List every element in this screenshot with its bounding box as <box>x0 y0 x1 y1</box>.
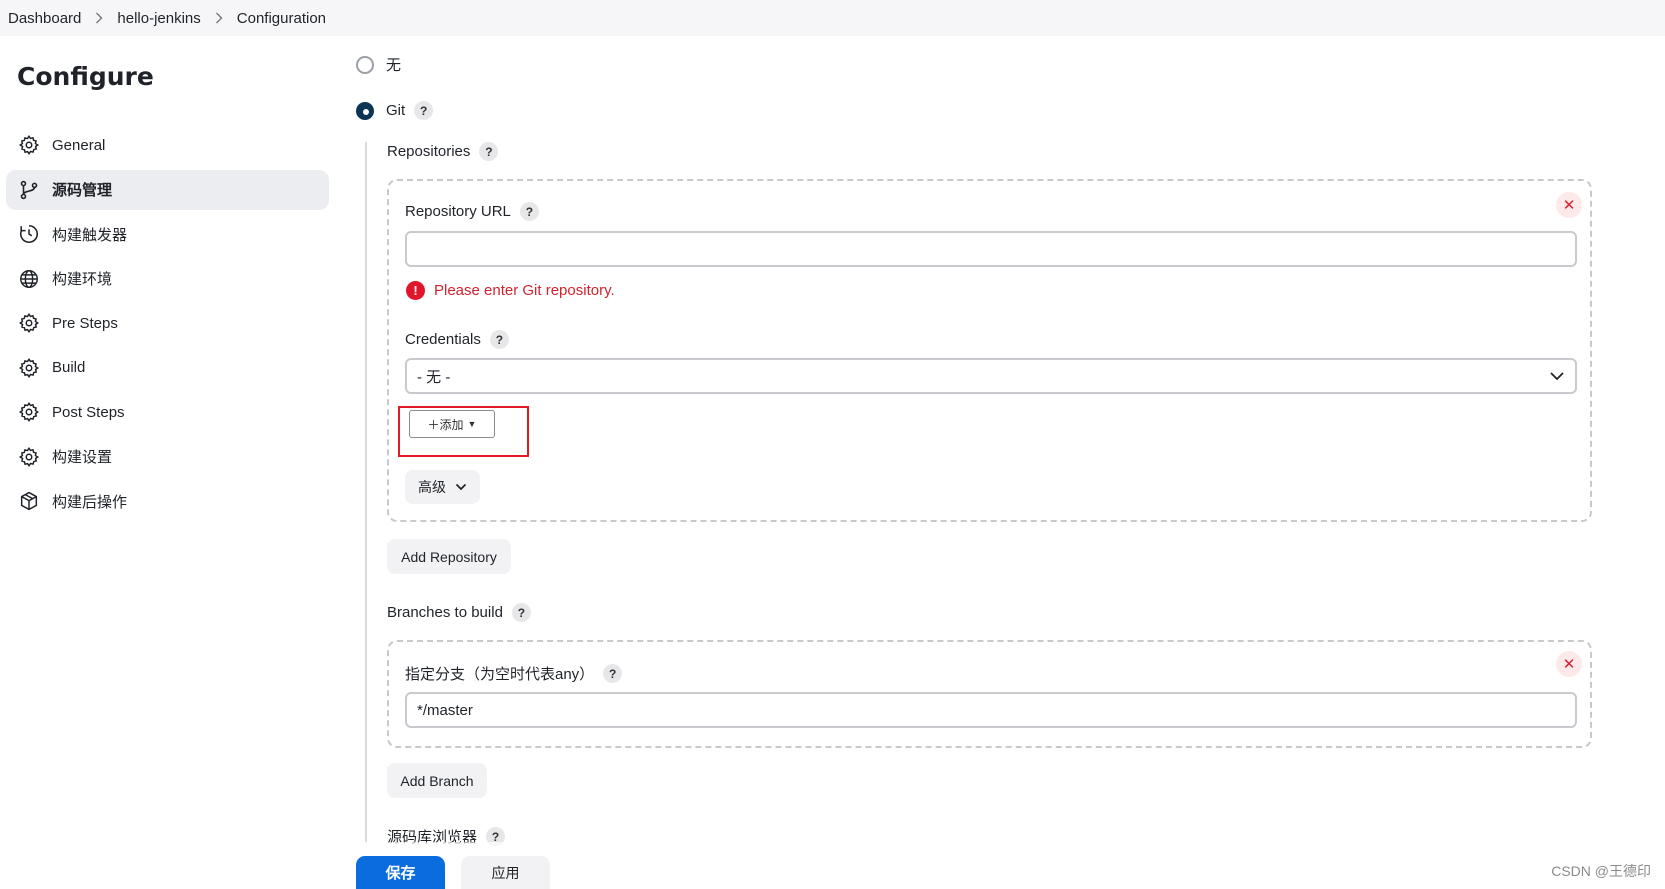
gear-icon <box>18 134 40 156</box>
help-icon[interactable]: ? <box>414 101 434 120</box>
help-icon[interactable]: ? <box>519 202 539 221</box>
add-branch-label: Add Branch <box>400 772 474 789</box>
help-icon[interactable]: ? <box>511 603 531 622</box>
sidebar-item-label: 构建设置 <box>52 449 113 466</box>
branches-label: Branches to build <box>387 604 503 621</box>
apply-button[interactable]: 应用 <box>461 856 550 889</box>
repo-url-label: Repository URL <box>405 203 511 220</box>
sidebar-item-label: Pre Steps <box>52 314 118 332</box>
chevron-right-icon <box>95 12 103 24</box>
add-credentials-button[interactable]: ＋添加 ▼ <box>409 410 495 438</box>
remove-repository-button[interactable]: ✕ <box>1556 192 1582 218</box>
none-label: 无 <box>386 57 402 74</box>
gear-icon <box>18 401 40 423</box>
sidebar-item-label: Post Steps <box>52 403 125 421</box>
gear-icon <box>18 446 40 467</box>
branches-header: Branches to build ? <box>387 603 531 622</box>
scm-option-none[interactable]: 无 <box>356 54 401 75</box>
credentials-selected-value: - 无 - <box>417 368 451 386</box>
breadcrumb-job[interactable]: hello-jenkins <box>117 10 200 27</box>
repo-url-error: ! Please enter Git repository. <box>406 281 615 300</box>
clock-icon <box>20 224 38 244</box>
repositories-label: Repositories <box>387 143 471 160</box>
help-icon[interactable]: ? <box>479 142 499 161</box>
sidebar-item-build-triggers[interactable]: 构建触发器 <box>6 214 329 254</box>
save-label: 保存 <box>385 865 416 882</box>
breadcrumb: Dashboard hello-jenkins Configuration <box>0 0 1665 36</box>
apply-label: 应用 <box>491 864 520 881</box>
breadcrumb-configuration[interactable]: Configuration <box>237 10 326 27</box>
scm-option-git[interactable]: Git ? <box>356 101 434 120</box>
repositories-header: Repositories ? <box>387 142 499 161</box>
branch-specifier-input[interactable] <box>405 692 1577 728</box>
sidebar-item-label: 构建后操作 <box>52 493 128 511</box>
advanced-label: 高级 <box>418 479 446 495</box>
sidebar-item-build-settings[interactable]: 构建设置 <box>6 437 329 477</box>
branch-specifier-header: 指定分支（为空时代表any） ? <box>405 663 623 684</box>
gear-icon <box>18 312 40 334</box>
close-icon: ✕ <box>1562 656 1576 673</box>
close-icon: ✕ <box>1562 197 1576 214</box>
sidebar-item-label: Build <box>52 359 86 376</box>
package-icon <box>20 491 38 511</box>
sidebar: General 源码管理 构建触发器 构建环境 Pre Steps Build … <box>6 125 329 526</box>
save-button[interactable]: 保存 <box>356 856 445 889</box>
repository-url-input[interactable] <box>405 231 1577 267</box>
sidebar-item-build-environment[interactable]: 构建环境 <box>6 259 329 299</box>
credentials-label: Credentials <box>405 331 481 348</box>
advanced-button[interactable]: 高级 <box>405 470 480 504</box>
git-radio[interactable] <box>356 101 374 120</box>
page-title: Configure <box>17 62 154 91</box>
globe-icon <box>20 269 38 288</box>
sidebar-item-label: 构建触发器 <box>52 226 128 244</box>
sidebar-item-build[interactable]: Build <box>6 348 329 388</box>
help-icon[interactable]: ? <box>603 664 623 683</box>
chevron-right-icon <box>215 12 223 24</box>
help-icon[interactable]: ? <box>489 330 509 349</box>
add-credentials-label: ＋添加 <box>427 417 464 432</box>
sidebar-item-post-build-actions[interactable]: 构建后操作 <box>6 481 329 521</box>
git-label: Git <box>386 102 406 119</box>
branch-icon <box>20 180 38 199</box>
gear-icon <box>18 357 40 378</box>
caret-down-icon: ▼ <box>467 419 477 429</box>
none-radio[interactable] <box>356 55 374 74</box>
sidebar-item-label: 构建环境 <box>52 271 113 288</box>
breadcrumb-dashboard[interactable]: Dashboard <box>8 10 81 27</box>
section-divider <box>365 142 367 842</box>
repo-url-error-text: Please enter Git repository. <box>434 282 615 299</box>
add-repository-label: Add Repository <box>401 548 497 565</box>
add-branch-button[interactable]: Add Branch <box>387 763 487 798</box>
branch-specifier-label: 指定分支（为空时代表any） <box>405 666 595 683</box>
sidebar-item-pre-steps[interactable]: Pre Steps <box>6 303 329 343</box>
sidebar-item-general[interactable]: General <box>6 125 329 165</box>
credentials-select[interactable]: - 无 - <box>405 358 1577 394</box>
chevron-down-icon <box>455 483 467 491</box>
credentials-header: Credentials ? <box>405 330 509 349</box>
add-repository-button[interactable]: Add Repository <box>387 539 511 574</box>
sidebar-item-post-steps[interactable]: Post Steps <box>6 392 329 432</box>
chevron-down-icon <box>1549 368 1565 385</box>
remove-branch-button[interactable]: ✕ <box>1556 651 1582 677</box>
sidebar-item-label: 源码管理 <box>52 182 113 199</box>
sidebar-item-label: General <box>52 136 106 154</box>
watermark: CSDN @王德印 <box>1551 863 1651 879</box>
sidebar-item-scm[interactable]: 源码管理 <box>6 169 329 210</box>
repo-url-header: Repository URL ? <box>405 202 539 221</box>
error-icon: ! <box>406 281 425 300</box>
